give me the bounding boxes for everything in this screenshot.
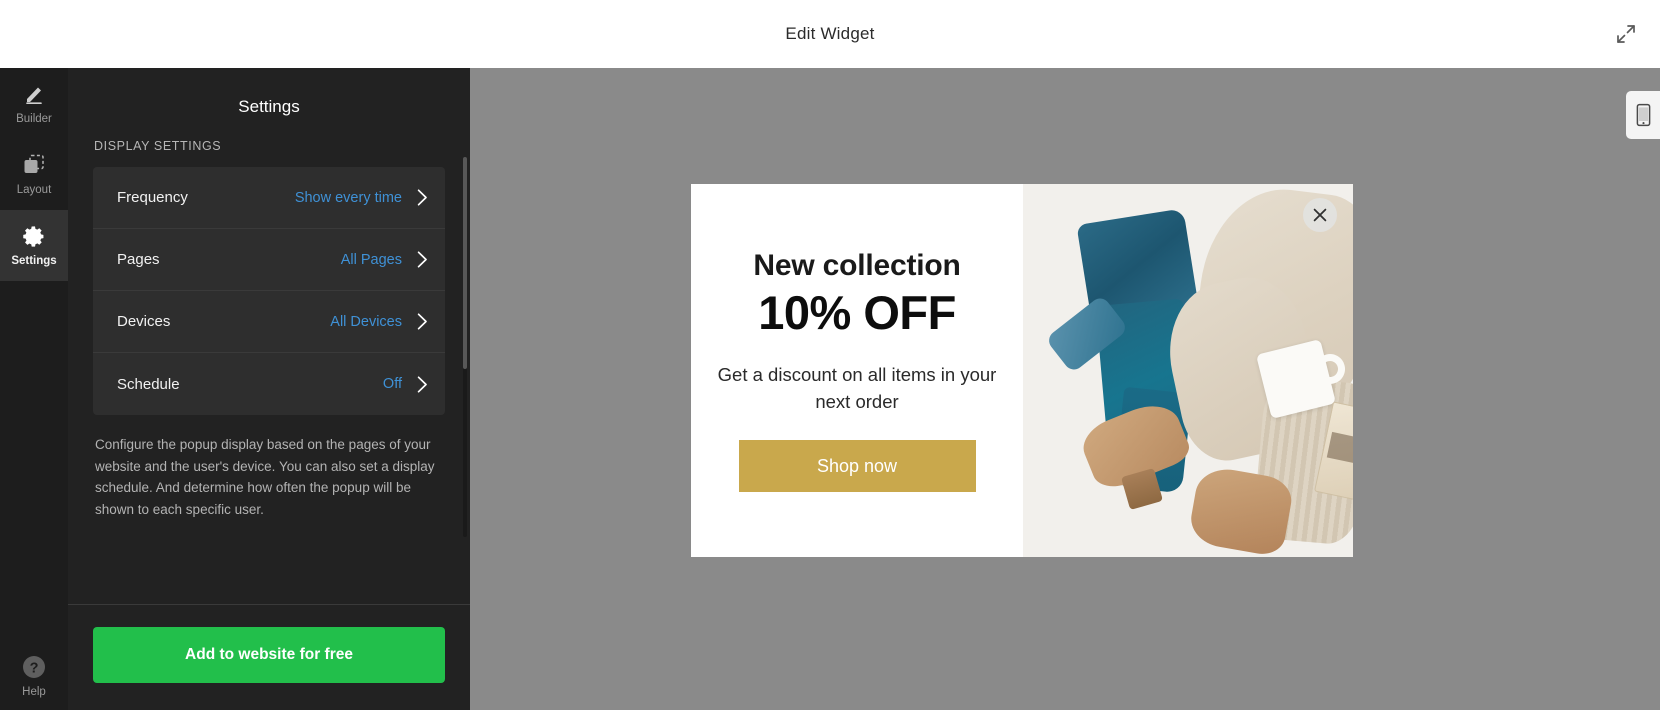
panel-scrollbar-thumb[interactable] — [463, 157, 467, 369]
shop-now-button[interactable]: Shop now — [738, 440, 976, 493]
add-to-website-button[interactable]: Add to website for free — [93, 627, 445, 683]
expand-arrows-icon[interactable] — [1608, 16, 1644, 52]
display-settings-list: Frequency Show every time Pages All Page… — [93, 167, 445, 415]
popup-image — [1023, 184, 1353, 557]
row-value: Off — [382, 376, 402, 392]
left-nav-rail: Builder Layout Settings ? Help — [0, 68, 68, 710]
sidebar-item-help[interactable]: ? Help — [0, 654, 68, 699]
row-label: Devices — [117, 313, 171, 330]
sidebar-item-label: Help — [22, 685, 46, 698]
popup-subtitle: Get a discount on all items in your next… — [717, 364, 997, 413]
question-circle-icon: ? — [21, 654, 47, 680]
app-header: Edit Widget — [0, 0, 1660, 68]
sidebar-item-label: Layout — [16, 184, 52, 197]
page-title: Edit Widget — [785, 24, 875, 43]
panel-footer: Add to website for free — [68, 604, 470, 710]
row-value: All Devices — [330, 313, 402, 330]
panel-scrollbar[interactable] — [463, 157, 467, 537]
sidebar-item-builder[interactable]: Builder — [0, 68, 68, 139]
row-label: Frequency — [117, 189, 188, 206]
product-flatlay-photo — [1023, 184, 1353, 557]
sidebar-item-label: Builder — [16, 113, 52, 126]
section-label-display-settings: DISPLAY SETTINGS — [94, 139, 222, 153]
edit-widget-app: Edit Widget Builder Layout Settings ? He… — [0, 0, 1660, 710]
settings-panel: Settings DISPLAY SETTINGS Frequency Show… — [68, 68, 470, 710]
chevron-right-icon — [416, 251, 428, 269]
chevron-right-icon — [416, 375, 428, 393]
mobile-phone-icon[interactable] — [1626, 91, 1660, 139]
panel-title: Settings — [238, 97, 300, 116]
settings-row-pages[interactable]: Pages All Pages — [93, 229, 445, 291]
popup-preview: New collection 10% OFF Get a discount on… — [691, 184, 1353, 557]
sidebar-item-settings[interactable]: Settings — [0, 210, 68, 281]
preview-canvas: New collection 10% OFF Get a discount on… — [470, 68, 1660, 710]
chevron-right-icon — [416, 189, 428, 207]
pencil-icon — [22, 81, 46, 107]
popup-heading: New collection — [753, 248, 961, 282]
settings-row-frequency[interactable]: Frequency Show every time — [93, 167, 445, 229]
layout-icon — [21, 152, 47, 178]
panel-scroll-area: DISPLAY SETTINGS Frequency Show every ti… — [68, 139, 470, 604]
settings-row-schedule[interactable]: Schedule Off — [93, 353, 445, 415]
row-label: Schedule — [117, 375, 180, 393]
row-value: Show every time — [294, 189, 402, 206]
sidebar-item-label: Settings — [11, 255, 57, 268]
svg-text:?: ? — [30, 660, 39, 676]
popup-discount: 10% OFF — [758, 285, 956, 339]
settings-row-devices[interactable]: Devices All Devices — [93, 291, 445, 353]
row-value: All Pages — [340, 251, 402, 268]
panel-description: Configure the popup display based on the… — [95, 437, 435, 517]
sidebar-item-layout[interactable]: Layout — [0, 139, 68, 210]
gear-icon — [22, 223, 47, 249]
chevron-right-icon — [416, 313, 428, 331]
popup-content: New collection 10% OFF Get a discount on… — [691, 184, 1023, 557]
close-x-icon[interactable] — [1303, 198, 1337, 232]
row-label: Pages — [117, 251, 160, 268]
